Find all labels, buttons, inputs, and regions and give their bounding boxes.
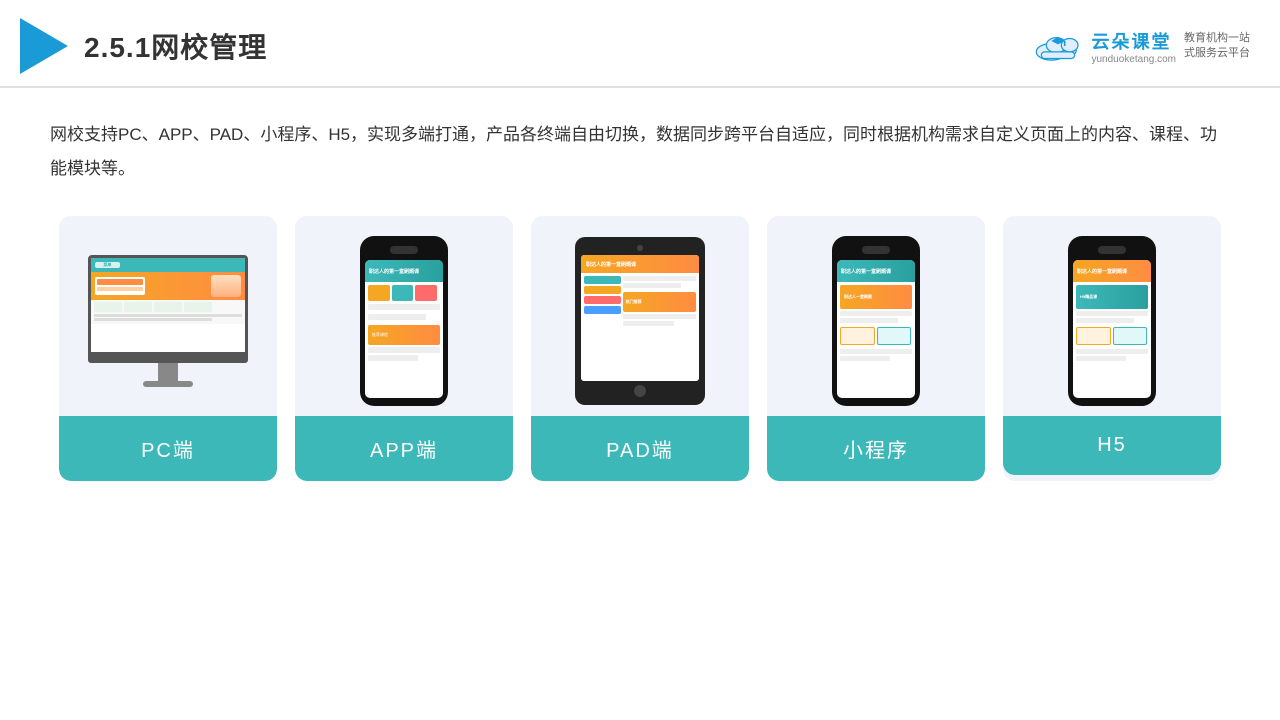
brand-text-group: 云朵课堂 yunduoketang.com [1091,28,1176,65]
pad-tablet-icon: 职达人的第一堂刷题课 [575,237,705,405]
cloud-icon [1033,28,1083,64]
cards-container: 菜单 [50,216,1230,481]
monitor-screen: 菜单 [88,255,248,355]
card-pad: 职达人的第一堂刷题课 [531,216,749,481]
card-pad-image: 职达人的第一堂刷题课 [531,216,749,416]
monitor-base [143,381,193,387]
miniprogram-phone-icon: 职达人的第一堂刷题课 职达人一堂刷题 [832,236,920,406]
card-pc-label: PC端 [59,416,277,481]
card-h5-image: 职达人的第一堂刷题课 H5精品课 [1003,216,1221,416]
card-pad-label: PAD端 [531,416,749,481]
header-left: 2.5.1网校管理 [20,18,267,74]
brand-name: 云朵课堂 [1091,28,1176,54]
tablet-screen: 职达人的第一堂刷题课 [581,255,699,381]
card-h5-label: H5 [1003,416,1221,475]
card-miniprogram: 职达人的第一堂刷题课 职达人一堂刷题 [767,216,985,481]
card-miniprogram-label: 小程序 [767,416,985,481]
brand-tagline-line2: 式服务云平台 [1184,46,1250,61]
monitor-stand [158,363,178,381]
h5-phone-icon: 职达人的第一堂刷题课 H5精品课 [1068,236,1156,406]
monitor-bezel [88,355,248,363]
card-pc: 菜单 [59,216,277,481]
card-miniprogram-image: 职达人的第一堂刷题课 职达人一堂刷题 [767,216,985,416]
tablet-camera [637,245,643,251]
pc-monitor-icon: 菜单 [88,255,248,387]
brand-url: yunduoketang.com [1091,54,1176,65]
cloud-logo: 云朵课堂 yunduoketang.com 教育机构一站 式服务云平台 [1033,28,1250,65]
app-phone-icon: 职达人的第一堂刷题课 推荐课程 [360,236,448,406]
card-pc-image: 菜单 [59,216,277,416]
brand-tagline: 教育机构一站 式服务云平台 [1184,31,1250,62]
header: 2.5.1网校管理 云朵课堂 yunduoketang.com 教育机构一站 式… [0,0,1280,88]
description-text: 网校支持PC、APP、PAD、小程序、H5，实现多端打通，产品各终端自由切换，数… [50,118,1230,186]
main-content: 网校支持PC、APP、PAD、小程序、H5，实现多端打通，产品各终端自由切换，数… [0,88,1280,501]
logo-triangle-icon [20,18,68,74]
header-right: 云朵课堂 yunduoketang.com 教育机构一站 式服务云平台 [1033,28,1250,65]
card-h5: 职达人的第一堂刷题课 H5精品课 [1003,216,1221,481]
card-app-image: 职达人的第一堂刷题课 推荐课程 [295,216,513,416]
card-app: 职达人的第一堂刷题课 推荐课程 [295,216,513,481]
tablet-home-button [634,385,646,397]
page-title: 2.5.1网校管理 [84,26,267,66]
brand-tagline-line1: 教育机构一站 [1184,31,1250,46]
card-app-label: APP端 [295,416,513,481]
